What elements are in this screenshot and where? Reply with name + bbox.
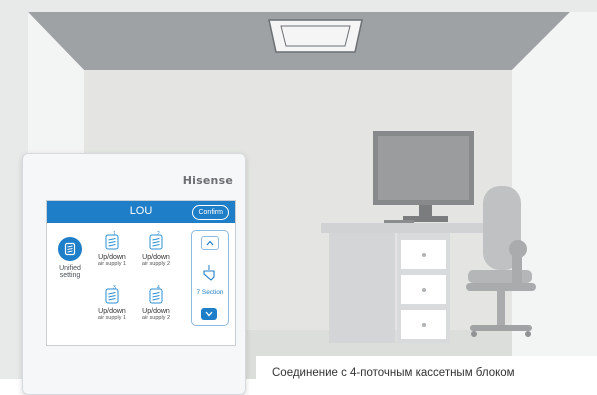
scroll-down-button[interactable] [201,308,217,320]
louver-title: Up/down [98,254,126,261]
louver-icon [58,237,82,261]
unified-label-2: setting [59,272,81,279]
svg-text:2: 2 [157,231,160,237]
brand-logo: Hisense [182,174,233,187]
louver-title: Up/down [142,254,170,261]
louver-4-icon: 4 [137,283,175,307]
caption-text: Соединение с 4-поточным кассетным блоком [272,367,515,379]
louver-button-3[interactable]: 3 Up/down air supply 1 [93,283,131,321]
louver-subtitle: air supply 1 [97,261,127,267]
section-panel: 7 Section [191,230,229,326]
louver-subtitle: air supply 2 [141,315,171,321]
unified-label-1: Unified [59,265,81,272]
unified-setting-button[interactable]: Unified setting [52,237,88,279]
cassette-ac-unit [268,19,363,53]
louver-button-2[interactable]: 2 Up/down air supply 2 [137,229,175,267]
confirm-button[interactable]: Confirm [192,205,229,220]
louver-1-icon: 1 [93,229,131,253]
louver-subtitle: air supply 1 [97,315,127,321]
scroll-up-button[interactable] [201,236,219,250]
louver-button-1[interactable]: 1 Up/down air supply 1 [93,229,131,267]
louver-title: Up/down [98,308,126,315]
caption-box: Соединение с 4-поточным кассетным блоком [256,356,597,379]
chevron-down-icon [205,311,213,317]
svg-text:1: 1 [113,231,116,237]
louver-2-icon: 2 [137,229,175,253]
wired-controller: Hisense LOU Confirm Unified setting 1 Up… [22,153,246,395]
section-label: 7 Section [196,289,224,296]
louver-subtitle: air supply 2 [141,261,171,267]
svg-text:3: 3 [113,285,116,291]
svg-text:4: 4 [157,285,160,291]
controller-screen: LOU Confirm Unified setting 1 Up/down ai… [46,200,236,346]
louver-button-4[interactable]: 4 Up/down air supply 2 [137,283,175,321]
louver-title: Up/down [142,308,170,315]
screen-header: LOU Confirm [47,201,235,223]
louver-3-icon: 3 [93,283,131,307]
louver-section-icon [203,265,215,281]
chevron-up-icon [206,240,214,246]
